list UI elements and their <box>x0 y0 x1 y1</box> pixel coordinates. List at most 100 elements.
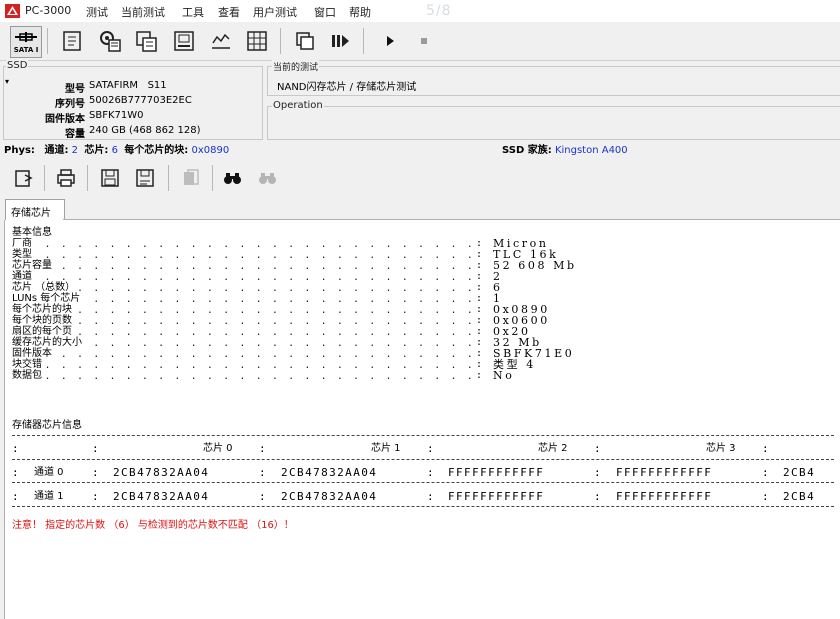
menu-view[interactable]: 查看 <box>218 4 240 20</box>
serial-key: 序列号 <box>55 99 85 110</box>
column-separator: : <box>259 466 268 479</box>
info-key: 固件版本 <box>12 348 53 359</box>
utility-button[interactable] <box>206 26 236 56</box>
tab-label: 存储芯片 <box>11 208 51 219</box>
menu-tools[interactable]: 工具 <box>182 4 204 20</box>
channel-value: 2 <box>71 145 79 156</box>
info-colon: : <box>476 271 483 282</box>
column-separator: : <box>259 490 268 503</box>
chip-id-cell: 2CB47832AA04 <box>281 490 378 503</box>
log-button[interactable] <box>57 26 87 56</box>
toolbar-separator <box>47 28 48 54</box>
info-colon: : <box>476 337 483 348</box>
info-colon: : <box>476 249 483 260</box>
column-separator: : <box>427 466 436 479</box>
chip-info-title: 存储器芯片信息 <box>12 420 82 431</box>
menu-bar: PC-3000 测试 当前测试 工具 查看 用户测试 窗口 帮助 5/8 <box>0 0 840 22</box>
chip-id-cell: 2CB4 <box>783 466 816 479</box>
menu-window[interactable]: 窗口 <box>314 4 336 20</box>
toolbar-separator <box>363 28 364 54</box>
copy-button[interactable] <box>290 26 320 56</box>
utility-icon <box>212 33 230 49</box>
chip-tool-button[interactable] <box>131 26 161 56</box>
grid-button[interactable] <box>242 26 272 56</box>
column-separator: : <box>762 490 771 503</box>
find-next-button[interactable] <box>253 163 283 193</box>
tab-memory-chip[interactable]: 存储芯片 <box>5 199 65 220</box>
chip-value: 6 <box>111 145 118 156</box>
find-button[interactable] <box>218 163 248 193</box>
ssd-family: SSD 家族: Kingston A400 <box>502 141 628 156</box>
firmware-value: SBFK71W0 <box>89 110 144 121</box>
phys-label: Phys: <box>4 145 35 156</box>
info-colon: : <box>476 282 483 293</box>
sata-button[interactable]: SATA I <box>10 26 42 58</box>
binoculars-disabled-icon <box>259 173 276 184</box>
save-as-icon <box>136 169 154 187</box>
column-separator: : <box>594 490 603 503</box>
column-separator: : <box>92 466 101 479</box>
dot-leader: . . . . . . . . . . . . . . . . . . . . … <box>12 272 472 283</box>
dot-leader: . . . . . . . . . . . . . . . . . . . . … <box>12 261 472 272</box>
copy-disabled-button[interactable] <box>176 163 206 193</box>
copy-icon <box>184 169 199 185</box>
open-button[interactable] <box>9 163 39 193</box>
model-key: 型号 <box>65 84 85 95</box>
menu-current-test[interactable]: 当前测试 <box>121 4 165 20</box>
chip-id-cell: FFFFFFFFFFFF <box>616 466 713 479</box>
stop-button[interactable] <box>409 26 439 56</box>
secondary-toolbar <box>0 160 840 196</box>
info-colon: : <box>476 238 483 249</box>
open-icon <box>15 170 33 187</box>
table-divider <box>12 482 834 483</box>
family-key: SSD 家族: <box>502 145 552 156</box>
menu-help[interactable]: 帮助 <box>349 4 371 20</box>
blocks-key: 每个芯片的块: <box>124 145 189 156</box>
sata-label: SATA I <box>14 46 39 54</box>
disk-button[interactable] <box>169 26 199 56</box>
chip-tool-icon <box>136 31 157 52</box>
model-value: SATAFIRM S11 <box>89 80 167 91</box>
column-separator: : <box>762 466 771 479</box>
report-panel: 基本信息 . . . . . . . . . . . . . . . . . .… <box>4 220 840 619</box>
info-colon: : <box>476 304 483 315</box>
step-button[interactable] <box>325 26 355 56</box>
phys-info: Phys: 通道: 2 芯片: 6 每个芯片的块: 0x0890 <box>4 141 229 156</box>
chip-id-cell: 2CB47832AA04 <box>113 490 210 503</box>
operation-group: Operation <box>267 100 840 140</box>
chip-id-cell: FFFFFFFFFFFF <box>448 490 545 503</box>
save-button[interactable] <box>95 163 125 193</box>
toolbar-separator <box>87 165 88 191</box>
toolbar-separator <box>44 165 45 191</box>
dot-leader: . . . . . . . . . . . . . . . . . . . . … <box>12 239 472 250</box>
stop-icon <box>421 38 427 44</box>
ssd-group: SSD ▾ 型号 序列号 固件版本 容量 SATAFIRM S11 50026B… <box>3 60 263 140</box>
info-value: 52 608 Mb <box>493 259 577 272</box>
capacity-value: 240 GB (468 862 128) <box>89 125 201 136</box>
header-chip-0: 芯片 0 <box>203 443 233 454</box>
info-key: 通道 <box>12 271 33 282</box>
family-value: Kingston A400 <box>554 145 628 156</box>
blocks-value: 0x0890 <box>191 145 230 156</box>
dot-leader: . . . . . . . . . . . . . . . . . . . . … <box>12 316 472 327</box>
current-test-value: NAND闪存芯片 / 存储芯片测试 <box>277 82 417 93</box>
warning-message: 注意！ 指定的芯片数 （6） 与检测到的芯片数不匹配 （16）！ <box>12 520 294 531</box>
ssd-group-label: SSD <box>6 60 29 71</box>
sata-icon: SATA I <box>14 32 39 54</box>
menu-user-test[interactable]: 用户测试 <box>253 4 297 20</box>
save-as-button[interactable] <box>130 163 160 193</box>
channel-label: 通道 1 <box>34 491 64 502</box>
header-chip-1: 芯片 1 <box>371 443 401 454</box>
chip-settings-button[interactable] <box>95 26 125 56</box>
app-title: PC-3000 <box>25 4 72 17</box>
print-icon <box>57 169 75 187</box>
column-separator: : <box>12 466 21 479</box>
toolbar-separator <box>168 165 169 191</box>
play-button[interactable] <box>375 26 405 56</box>
channel-label: 通道 0 <box>34 467 64 478</box>
info-key: 厂商 <box>12 238 33 249</box>
document-icon <box>63 31 81 51</box>
info-colon: : <box>476 359 483 370</box>
print-button[interactable] <box>51 163 81 193</box>
menu-test[interactable]: 测试 <box>86 4 108 20</box>
